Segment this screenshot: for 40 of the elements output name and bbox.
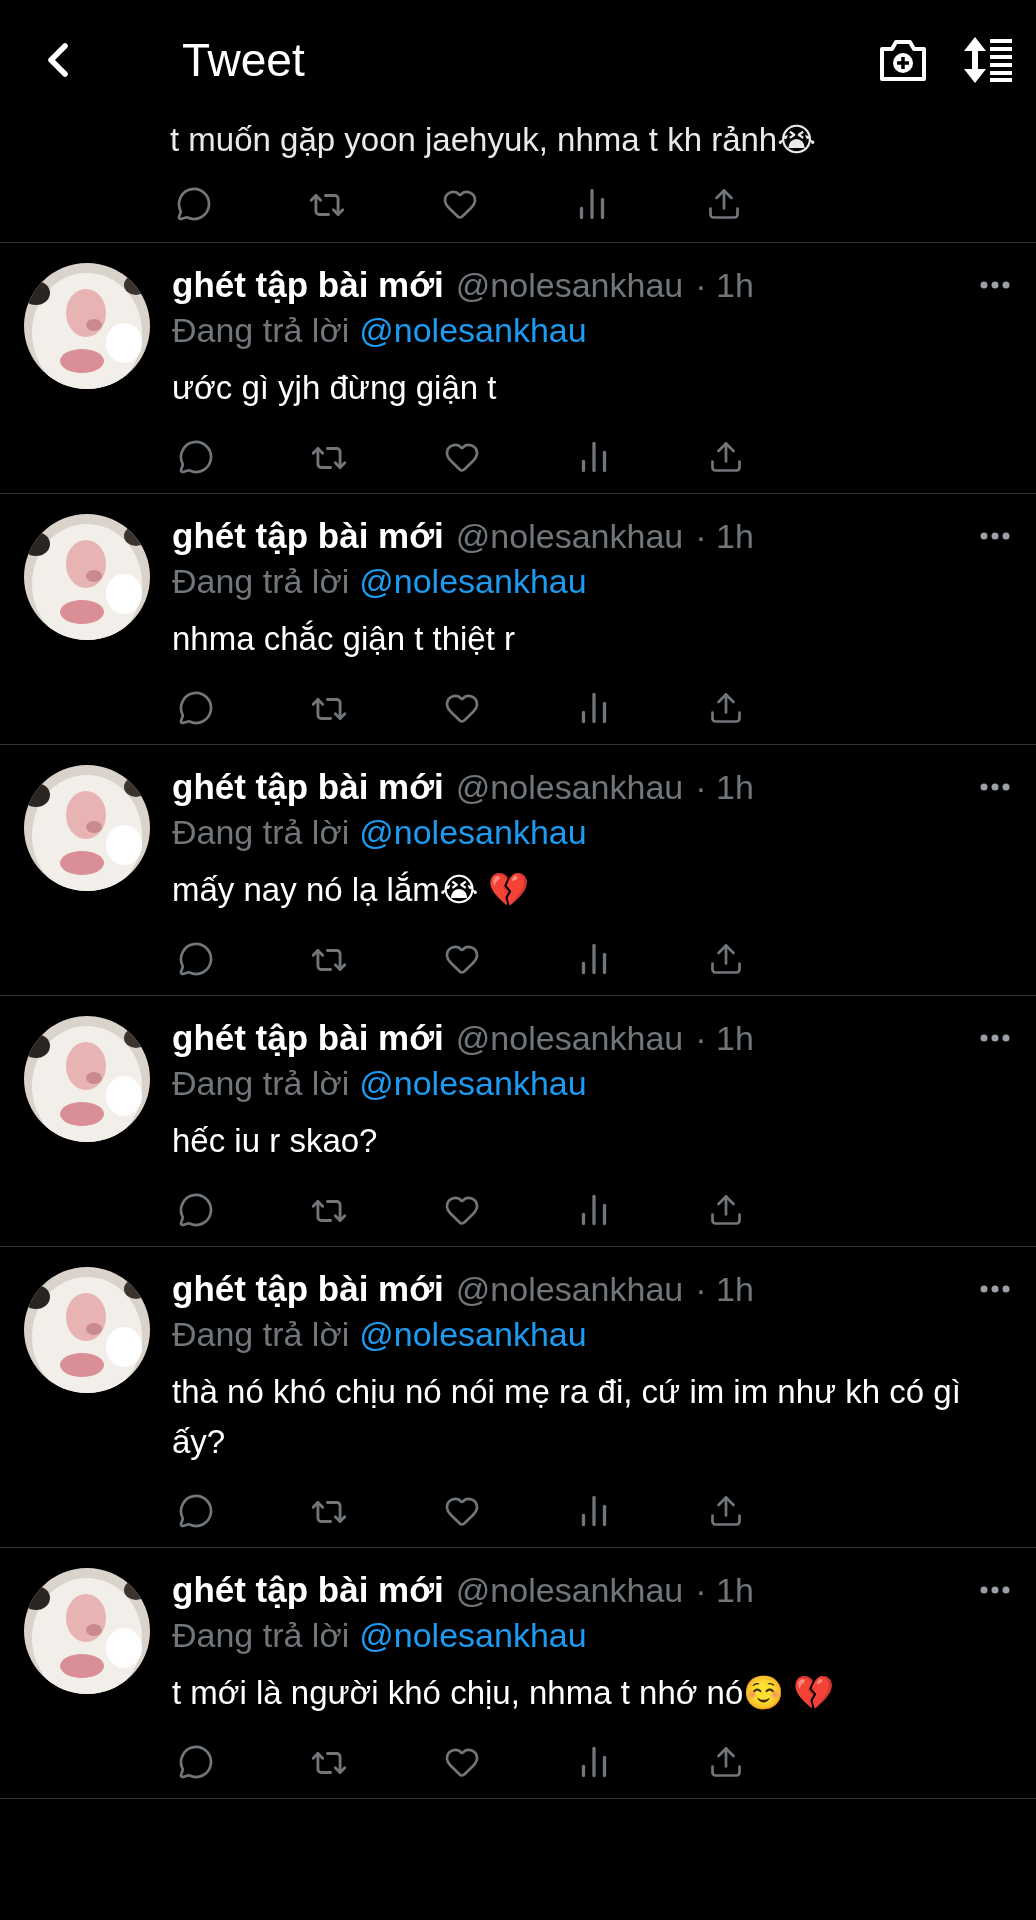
user-name: ghét tập bài mới	[172, 767, 444, 807]
user-handle: @nolesankhau	[455, 767, 684, 807]
user-handle: @nolesankhau	[455, 1570, 684, 1610]
user-handle: @nolesankhau	[455, 265, 684, 305]
user-name: ghét tập bài mới	[172, 1269, 444, 1309]
user-name: ghét tập bài mới	[172, 265, 444, 305]
mention-link[interactable]: @nolesankhau	[359, 1063, 587, 1103]
tweet-time: · 1h	[695, 1018, 754, 1058]
tweet-time: · 1h	[695, 516, 754, 556]
user-name: ghét tập bài mới	[172, 1570, 444, 1610]
reply-label: Đang trả lời	[172, 1063, 350, 1103]
tweet-time: · 1h	[695, 1570, 754, 1610]
tweet-text: t muốn gặp yoon jaehyuk, nhma t kh rảnh😭	[170, 120, 817, 160]
tweet-time: · 1h	[695, 1269, 754, 1309]
reply-label: Đang trả lời	[172, 561, 350, 601]
user-handle: @nolesankhau	[455, 516, 684, 556]
mention-link[interactable]: @nolesankhau	[359, 1314, 587, 1354]
tweet-text: hếc iu r skao?	[172, 1121, 379, 1161]
reply-label: Đang trả lời	[172, 310, 350, 350]
user-handle: @nolesankhau	[455, 1018, 684, 1058]
mention-link[interactable]: @nolesankhau	[359, 1615, 587, 1655]
tweet-text: thà nó khó chịu nó nói mẹ ra đi, cứ im im như kh có gì ấy?	[172, 1372, 962, 1462]
user-handle: @nolesankhau	[455, 1269, 684, 1309]
tweet-text: nhma chắc giận t thiệt r	[172, 619, 517, 659]
tweet-time: · 1h	[695, 767, 754, 807]
mention-link[interactable]: @nolesankhau	[359, 310, 587, 350]
reply-label: Đang trả lời	[172, 1314, 350, 1354]
reply-label: Đang trả lời	[172, 812, 350, 852]
user-name: ghét tập bài mới	[172, 1018, 444, 1058]
tweet-text: mấy nay nó lạ lắm😭 💔	[172, 870, 530, 910]
tweet-text: ước gì yjh đừng giận t	[172, 368, 498, 408]
tweet-time: · 1h	[695, 265, 754, 305]
header-title: Tweet	[182, 33, 306, 87]
tweet-text: t mới là người khó chịu, nhma t nhớ nó☺ 💔	[172, 1673, 836, 1713]
user-name: ghét tập bài mới	[172, 516, 444, 556]
mention-link[interactable]: @nolesankhau	[359, 561, 587, 601]
reply-label: Đang trả lời	[172, 1615, 350, 1655]
sort-icon[interactable]	[964, 37, 1014, 83]
camera-plus-icon[interactable]	[878, 37, 928, 83]
mention-link[interactable]: @nolesankhau	[359, 812, 587, 852]
